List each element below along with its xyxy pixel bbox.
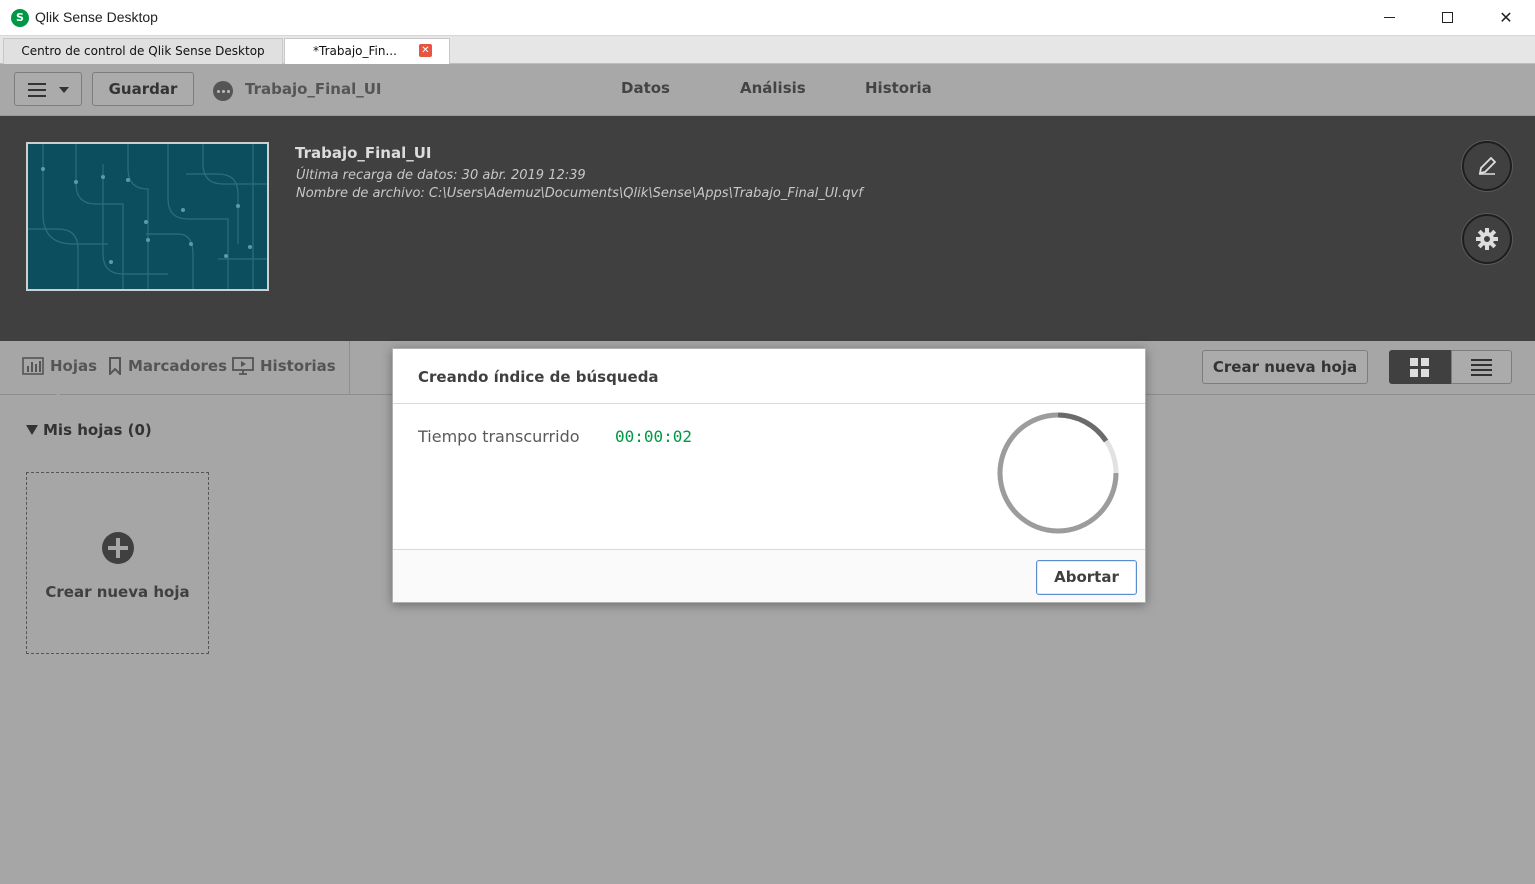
create-new-sheet-card-label: Crear nueva hoja <box>45 583 190 601</box>
app-overview-header: Trabajo_Final_UI Última recarga de datos… <box>0 116 1535 341</box>
file-name-text: Nombre de archivo: C:\Users\Ademuz\Docum… <box>296 186 863 201</box>
nav-analisis[interactable]: Análisis <box>740 79 806 97</box>
chart-icon <box>22 357 44 375</box>
list-view-icon <box>1471 359 1492 376</box>
my-sheets-toggle[interactable]: Mis hojas (0) <box>26 421 152 439</box>
window-titlebar: S Qlik Sense Desktop ✕ <box>0 0 1535 36</box>
thumbnail-pattern <box>28 144 267 289</box>
tab-historias[interactable]: Historias <box>232 357 336 375</box>
minimize-icon <box>1383 16 1395 18</box>
dialog-header: Creando índice de búsqueda <box>393 349 1145 404</box>
nav-datos[interactable]: Datos <box>621 79 670 97</box>
tab-marcadores-label: Marcadores <box>128 357 228 375</box>
app-name: Trabajo_Final_UI <box>245 80 382 98</box>
nav-historia[interactable]: Historia <box>865 79 932 97</box>
app-toolbar: Guardar Trabajo_Final_UI Datos Análisis … <box>0 64 1535 116</box>
tab-app[interactable]: *Trabajo_Fin... ✕ <box>284 38 450 64</box>
maximize-icon <box>1441 11 1453 23</box>
tab-historias-label: Historias <box>260 357 336 375</box>
tab-hojas-label: Hojas <box>50 357 98 375</box>
hamburger-icon <box>28 83 46 97</box>
collapse-triangle-icon <box>26 425 38 435</box>
presentation-icon <box>232 357 254 375</box>
global-menu-button[interactable] <box>14 72 82 106</box>
minimize-button[interactable] <box>1360 0 1418 34</box>
maximize-button[interactable] <box>1418 0 1476 34</box>
tab-hojas[interactable]: Hojas <box>22 357 97 375</box>
pencil-icon <box>1478 156 1497 175</box>
my-sheets-title: Mis hojas (0) <box>43 421 152 439</box>
chevron-down-icon <box>59 87 69 93</box>
search-index-dialog: Creando índice de búsqueda Tiempo transc… <box>392 348 1146 603</box>
window-title: Qlik Sense Desktop <box>35 9 158 25</box>
app-options-icon[interactable] <box>213 81 233 101</box>
list-view-button[interactable] <box>1451 350 1512 384</box>
tab-strip: Centro de control de Qlik Sense Desktop … <box>0 36 1535 64</box>
abort-button[interactable]: Abortar <box>1036 560 1137 595</box>
plus-icon <box>102 532 134 564</box>
elapsed-time-value: 00:00:02 <box>615 427 693 446</box>
app-title: Trabajo_Final_UI <box>295 144 432 162</box>
last-reload-text: Última recarga de datos: 30 abr. 2019 12… <box>296 168 586 183</box>
dialog-title: Creando índice de búsqueda <box>418 368 659 386</box>
tab-hub[interactable]: Centro de control de Qlik Sense Desktop <box>3 38 283 64</box>
elapsed-time-label: Tiempo transcurrido <box>418 427 580 446</box>
tab-app-label: *Trabajo_Fin... <box>313 44 397 58</box>
subbar-divider <box>349 341 350 395</box>
loading-spinner-icon <box>997 412 1119 534</box>
bookmark-icon <box>109 357 121 375</box>
close-icon: ✕ <box>1499 7 1513 27</box>
save-button[interactable]: Guardar <box>92 72 194 106</box>
dialog-footer: Abortar <box>393 549 1145 602</box>
active-tab-pointer <box>48 386 68 396</box>
tab-close-icon[interactable]: ✕ <box>419 44 432 57</box>
qlik-logo-icon: S <box>11 9 29 27</box>
app-settings-button[interactable] <box>1462 214 1512 264</box>
grid-view-icon <box>1410 358 1429 377</box>
close-window-button[interactable]: ✕ <box>1477 0 1535 34</box>
create-new-sheet-button[interactable]: Crear nueva hoja <box>1202 350 1368 384</box>
grid-view-button[interactable] <box>1389 350 1451 384</box>
create-new-sheet-card[interactable]: Crear nueva hoja <box>26 472 209 654</box>
gear-icon <box>1476 228 1498 250</box>
tab-marcadores[interactable]: Marcadores <box>108 357 227 375</box>
edit-app-button[interactable] <box>1462 141 1512 191</box>
app-thumbnail <box>26 142 269 291</box>
